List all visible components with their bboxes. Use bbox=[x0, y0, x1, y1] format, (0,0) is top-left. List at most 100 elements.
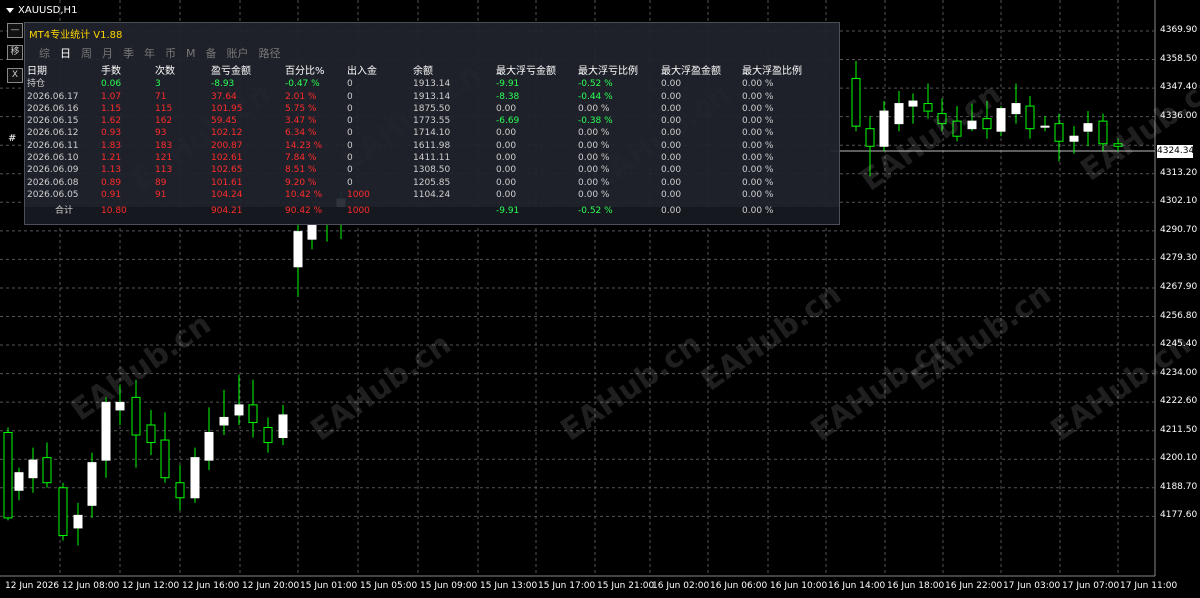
table-row: 2026.06.11 1.83 183 200.87 14.23 % 0 1611.98 0.… bbox=[27, 140, 822, 152]
table-row: 2026.06.05 0.91 91 104.24 10.42 % 1000 1104.24… bbox=[27, 189, 822, 201]
table-row: 2026.06.12 0.93 93 102.12 6.34 % 0 1714.10 0.00… bbox=[27, 127, 822, 139]
price-axis-label: 4279.30 bbox=[1160, 253, 1198, 264]
price-axis-label: 4200.10 bbox=[1160, 453, 1198, 464]
table-cell: 121 bbox=[155, 153, 173, 164]
price-axis-label: 4177.60 bbox=[1160, 510, 1198, 521]
table-row: 2026.06.17 1.07 71 37.64 2.01 % 0 1913.14 -8.38… bbox=[27, 91, 822, 103]
price-axis-label: 4313.20 bbox=[1160, 167, 1198, 178]
table-cell: 0.00 % bbox=[742, 165, 774, 176]
bull-candle bbox=[234, 404, 244, 416]
current-price-tag: 4324.34 bbox=[1157, 145, 1195, 158]
table-cell: 0.00 bbox=[661, 116, 682, 127]
time-axis-label: 12 Jun 12:00 bbox=[122, 581, 180, 591]
bear-candle bbox=[263, 426, 273, 444]
column-header: 出入金 bbox=[347, 66, 377, 77]
bull-candle bbox=[1040, 125, 1050, 128]
column-header: 盈亏金额 bbox=[211, 66, 251, 77]
tab-3[interactable]: 月 bbox=[102, 47, 113, 60]
table-cell: 91 bbox=[155, 189, 167, 200]
tab-6[interactable]: 币 bbox=[165, 47, 176, 60]
table-cell: 0.00 bbox=[496, 153, 517, 164]
table-cell: 0.00 % bbox=[578, 189, 610, 200]
bull-candle bbox=[190, 457, 200, 499]
column-header: 余额 bbox=[413, 66, 433, 77]
table-cell: 162 bbox=[155, 116, 173, 127]
time-axis-label: 15 Jun 17:00 bbox=[538, 581, 596, 591]
table-cell: 0.00 % bbox=[742, 116, 774, 127]
table-cell: 1104.24 bbox=[413, 189, 451, 200]
move-button[interactable]: 移 bbox=[7, 45, 23, 60]
table-cell: 0.00 bbox=[661, 177, 682, 188]
table-cell: 0 bbox=[347, 140, 353, 151]
table-cell: 101.95 bbox=[211, 103, 243, 114]
stats-panel[interactable]: MT4专业统计 V1.88 综日周月季年币 M 备账户 路径 日期 手数 次数 盈亏金额 百分… bbox=[24, 22, 840, 225]
time-axis-label: 12 Jun 20:00 bbox=[242, 581, 300, 591]
column-header: 最大浮亏比例 bbox=[578, 66, 638, 77]
bear-candle bbox=[248, 404, 258, 423]
table-cell: 2026.06.17 bbox=[27, 91, 79, 102]
table-row: 2026.06.15 1.62 162 59.45 3.47 % 0 1773.55 -6.6… bbox=[27, 115, 822, 127]
table-cell: -9.91 bbox=[496, 206, 520, 217]
table-cell: 1611.98 bbox=[413, 140, 451, 151]
table-cell: 合计 bbox=[55, 206, 74, 217]
tab-9[interactable]: 账户 bbox=[227, 47, 249, 60]
bull-candle bbox=[996, 108, 1006, 132]
table-cell: 104.24 bbox=[211, 189, 243, 200]
table-cell: 2026.06.11 bbox=[27, 140, 79, 151]
side-label: # bbox=[8, 133, 17, 144]
bull-candle bbox=[1069, 135, 1079, 142]
table-cell: 93 bbox=[155, 128, 167, 139]
tab-1[interactable]: 日 bbox=[60, 47, 71, 60]
table-cell: 1000 bbox=[347, 206, 370, 217]
tab-8[interactable]: 备 bbox=[206, 47, 217, 60]
table-cell: -0.44 % bbox=[578, 91, 613, 102]
table-cell: 0 bbox=[347, 153, 353, 164]
time-axis-label: 17 Jun 11:00 bbox=[1120, 581, 1178, 591]
table-cell: 0.00 % bbox=[742, 189, 774, 200]
tab-4[interactable]: 季 bbox=[123, 47, 134, 60]
table-cell: 0.00 bbox=[496, 103, 517, 114]
table-cell: -0.52 % bbox=[578, 79, 613, 90]
table-cell: 1875.50 bbox=[413, 103, 451, 114]
table-cell: 1411.11 bbox=[413, 153, 451, 164]
price-axis-label: 4211.50 bbox=[1160, 424, 1198, 435]
table-cell: 2.01 % bbox=[285, 91, 317, 102]
bull-candle bbox=[204, 432, 214, 461]
table-cell: 持仓 bbox=[27, 79, 46, 90]
dropdown-arrow-icon[interactable] bbox=[6, 7, 14, 13]
tab-5[interactable]: 年 bbox=[144, 47, 155, 60]
table-cell: 0.00 % bbox=[742, 153, 774, 164]
table-cell: 115 bbox=[155, 103, 173, 114]
bear-candle bbox=[851, 77, 861, 127]
bear-candle bbox=[42, 457, 52, 484]
table-cell: 0.00 bbox=[496, 189, 517, 200]
time-axis-label: 15 Jun 21:00 bbox=[597, 581, 655, 591]
table-cell: 2026.06.12 bbox=[27, 128, 79, 139]
table-row: 2026.06.16 1.15 115 101.95 5.75 % 0 1875.50 0.0… bbox=[27, 103, 822, 115]
tab-0[interactable]: 综 bbox=[39, 47, 50, 60]
tab-7[interactable]: M bbox=[186, 47, 196, 60]
bear-candle bbox=[865, 128, 875, 147]
table-cell: 0.91 bbox=[101, 189, 122, 200]
tab-10[interactable]: 路径 bbox=[259, 47, 281, 60]
tab-2[interactable]: 周 bbox=[81, 47, 92, 60]
bear-candle bbox=[58, 487, 68, 536]
table-cell: 0.00 bbox=[496, 128, 517, 139]
table-cell: 3 bbox=[155, 79, 161, 90]
table-cell: 0 bbox=[347, 116, 353, 127]
close-button[interactable]: X bbox=[7, 68, 23, 83]
table-cell: 0.00 bbox=[661, 189, 682, 200]
table-cell: 102.61 bbox=[211, 153, 243, 164]
table-cell: 183 bbox=[155, 140, 173, 151]
table-row: 2026.06.10 1.21 121 102.61 7.84 % 0 1411.11 0.0… bbox=[27, 152, 822, 164]
table-cell: 14.23 % bbox=[285, 140, 323, 151]
table-cell: 0.00 bbox=[661, 206, 682, 217]
time-axis-label: 16 Jun 02:00 bbox=[652, 581, 710, 591]
time-axis-label: 16 Jun 10:00 bbox=[770, 581, 828, 591]
table-cell: 0.00 bbox=[496, 140, 517, 151]
table-cell: 101.61 bbox=[211, 177, 243, 188]
column-header: 最大浮亏金额 bbox=[496, 66, 556, 77]
time-axis-label: 12 Jun 08:00 bbox=[62, 581, 120, 591]
minimize-button[interactable]: — bbox=[7, 23, 23, 38]
table-cell: 0.00 % bbox=[578, 153, 610, 164]
